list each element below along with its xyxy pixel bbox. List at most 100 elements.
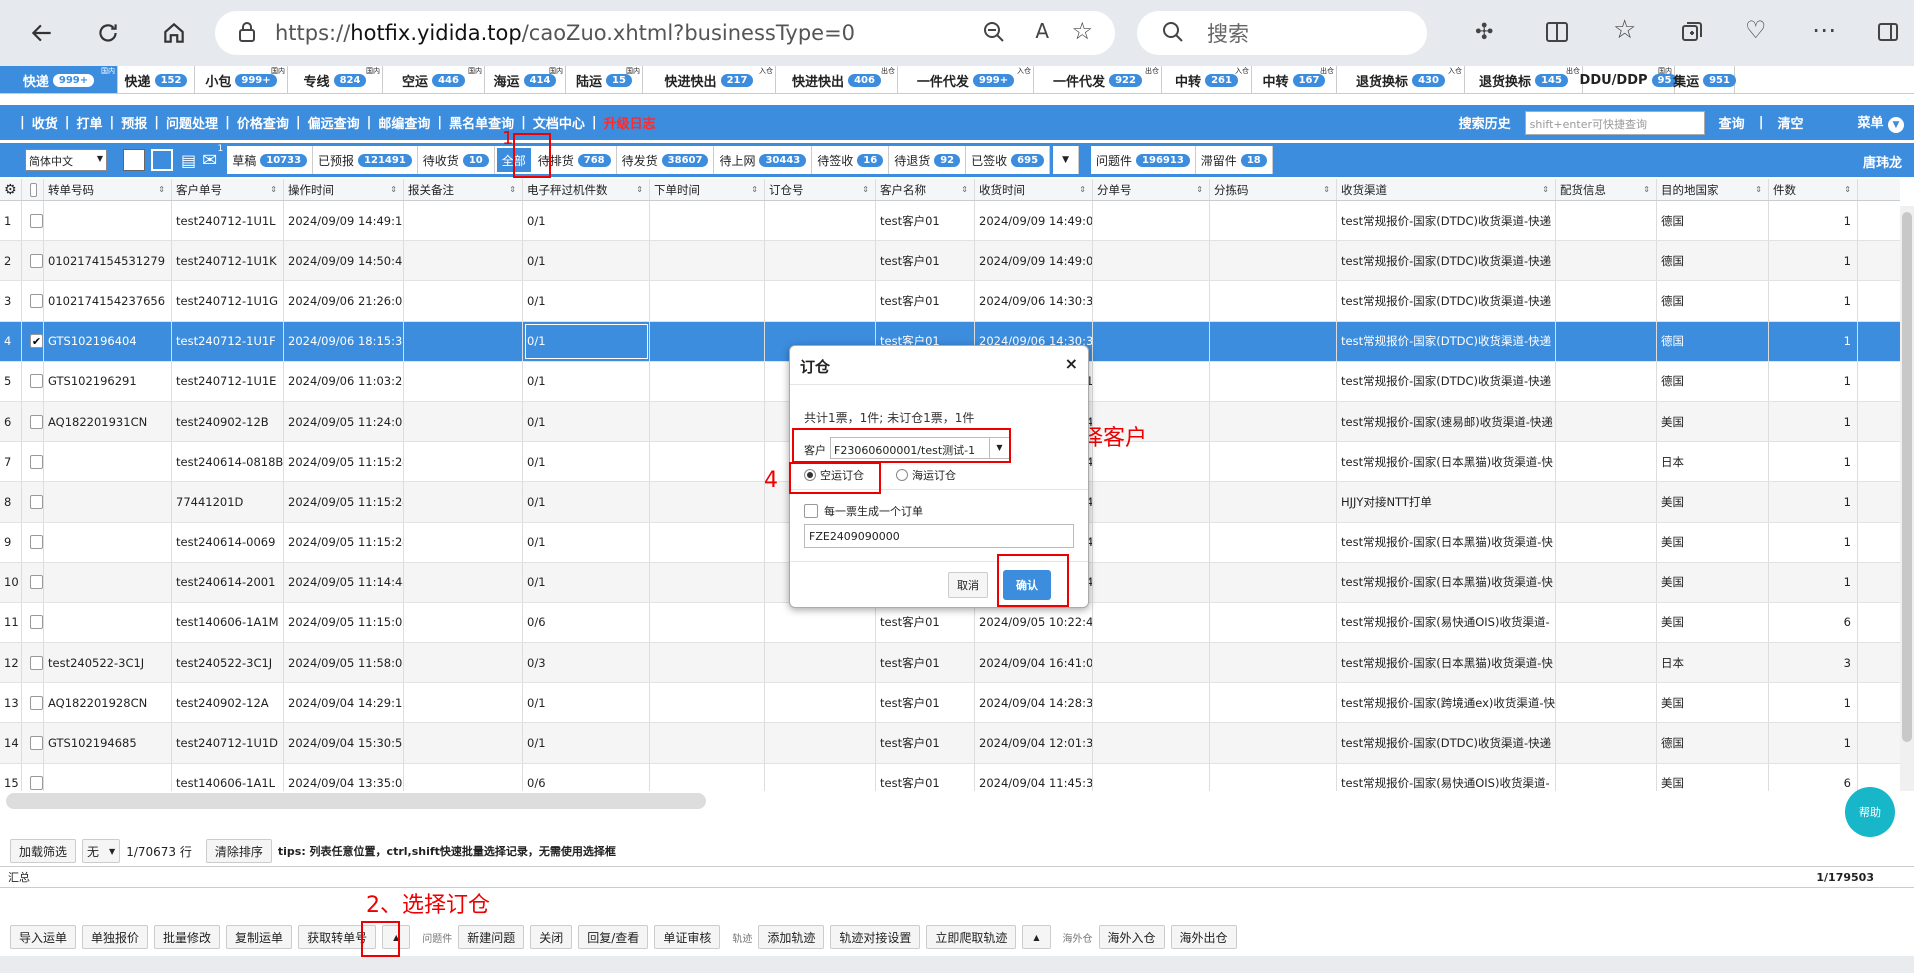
tab-0[interactable]: 快递 999+ 国内	[0, 66, 118, 93]
status-chip-6[interactable]: 待上网 30443	[714, 146, 813, 174]
table-row[interactable]: 13 AQ182201928CN test240902-12A 2024/09/04 …	[0, 683, 1900, 724]
collections-icon[interactable]	[1680, 20, 1704, 47]
row-checkbox[interactable]	[30, 374, 43, 389]
tab-15[interactable]: DDU/DDP 95 国内	[1580, 66, 1678, 93]
column-header[interactable]: 件数 ⇕	[1769, 179, 1858, 200]
vertical-scroll-thumb[interactable]	[1902, 212, 1912, 742]
action-button-group1-3[interactable]: 复制运单	[226, 925, 293, 949]
tab-14[interactable]: 退货换标 145 出仓	[1465, 66, 1583, 93]
query-button[interactable]: 查询	[1719, 113, 1745, 132]
more-icon[interactable]: ⋯	[1812, 16, 1836, 44]
tab-13[interactable]: 退货换标 430 入仓	[1337, 66, 1465, 93]
clear-button[interactable]: 清空	[1777, 113, 1803, 132]
status-chip-0[interactable]: 草稿 10733	[227, 146, 314, 174]
split-screen-icon[interactable]	[1545, 20, 1569, 47]
column-header[interactable]: 目的地国家 ⇕	[1657, 179, 1769, 200]
tab-5[interactable]: 海运 414 国内	[485, 66, 566, 93]
tab-9[interactable]: 一件代发 999+ 入仓	[898, 66, 1034, 93]
status-chip-8[interactable]: 待退货 92	[889, 146, 967, 174]
close-icon[interactable]: ×	[1065, 354, 1078, 373]
cancel-button[interactable]: 取消	[948, 572, 988, 598]
row-checkbox[interactable]	[30, 414, 43, 429]
address-bar[interactable]: https://hotfix.yidida.top/caoZuo.xhtml?b…	[215, 11, 1115, 55]
status-chip-9[interactable]: 已签收 695	[966, 146, 1051, 174]
expand-button[interactable]: ▲	[1022, 925, 1051, 949]
column-header[interactable]: 收货渠道 ⇕	[1337, 179, 1556, 200]
tab-16[interactable]: 集运 951	[1673, 66, 1736, 93]
column-header[interactable]: 报关备注 ⇕	[404, 179, 523, 200]
action-button-group2-0[interactable]: 新建问题	[458, 925, 525, 949]
column-header[interactable]: 电子秤过机件数 ⇕	[523, 179, 650, 200]
layout-single-icon[interactable]	[123, 149, 145, 171]
column-header[interactable]: 订仓号 ⇕	[765, 179, 876, 200]
read-aloud-icon[interactable]: A	[1035, 19, 1049, 43]
browser-search[interactable]: 搜索	[1137, 11, 1427, 55]
table-row[interactable]: 2 0102174154531279 test240712-1U1K 2024/09/…	[0, 241, 1900, 282]
health-icon[interactable]: ♡	[1745, 16, 1767, 44]
select-all-checkbox[interactable]	[30, 182, 37, 197]
list-icon[interactable]: ▤	[181, 151, 196, 170]
column-header[interactable]: 客户单号 ⇕	[172, 179, 284, 200]
row-checkbox[interactable]	[30, 213, 43, 228]
sidebar-icon[interactable]	[1876, 20, 1900, 47]
action-button-group1-1[interactable]: 单独报价	[82, 925, 149, 949]
action-button-group1-2[interactable]: 批量修改	[154, 925, 221, 949]
action-button-group1-0[interactable]: 导入运单	[10, 925, 77, 949]
action-button-group3-1[interactable]: 轨迹对接设置	[830, 925, 921, 949]
column-header[interactable]: 下单时间 ⇕	[650, 179, 765, 200]
table-row[interactable]: 3 0102174154237656 test240712-1U1G 2024/09/…	[0, 281, 1900, 322]
status-chip-5[interactable]: 待发货 38607	[616, 146, 715, 174]
table-row[interactable]: 11 test140606-1A1M 2024/09/05 11:15:03 0/6 t…	[0, 602, 1900, 644]
mail-icon[interactable]: ✉ 1	[202, 144, 223, 171]
row-checkbox[interactable]: ✔	[30, 334, 43, 349]
tab-11[interactable]: 中转 261 入仓	[1162, 66, 1252, 93]
row-checkbox[interactable]	[30, 454, 43, 469]
tab-2[interactable]: 小包 999+ 国内	[195, 66, 288, 93]
action-button-group3-0[interactable]: 添加轨迹	[758, 925, 825, 949]
row-checkbox[interactable]	[30, 494, 43, 509]
order-number-input[interactable]: FZE2409090000	[804, 524, 1074, 548]
row-checkbox[interactable]	[30, 575, 43, 590]
column-header[interactable]: 转单号码 ⇕	[44, 179, 172, 200]
row-checkbox[interactable]	[30, 615, 43, 630]
more-status-dropdown[interactable]: ▼	[1053, 146, 1080, 174]
column-header[interactable]: 操作时间 ⇕	[284, 179, 404, 200]
row-checkbox[interactable]	[30, 535, 43, 550]
clear-sort-button[interactable]: 清除排序	[205, 839, 272, 863]
action-button-group3-2[interactable]: 立即爬取轨迹	[926, 925, 1017, 949]
action-button-group2-1[interactable]: 关闭	[530, 925, 573, 949]
filter-select[interactable]: 无 ▼	[82, 839, 121, 863]
gear-icon[interactable]: ⚙	[4, 182, 17, 198]
column-header[interactable]: 客户名称 ⇕	[876, 179, 975, 200]
tab-12[interactable]: 中转 167 出仓	[1252, 66, 1337, 93]
horizontal-scrollbar[interactable]	[6, 793, 706, 809]
nav-item-1[interactable]: 打单	[77, 113, 103, 132]
status-chip-7[interactable]: 待签收 16	[812, 146, 890, 174]
column-header[interactable]: 配货信息 ⇕	[1556, 179, 1657, 200]
language-select[interactable]: 简体中文	[25, 149, 107, 171]
row-checkbox[interactable]	[30, 736, 43, 751]
layout-split-icon[interactable]	[151, 149, 173, 171]
nav-item-0[interactable]: 收货	[32, 113, 58, 132]
tab-8[interactable]: 快进快出 406 出仓	[776, 66, 898, 93]
column-header[interactable]: 收货时间 ⇕	[975, 179, 1093, 200]
tab-6[interactable]: 陆运 15 国内	[566, 66, 643, 93]
table-row[interactable]: 12 test240522-3C1J test240522-3C1J 2024/09/…	[0, 643, 1900, 684]
table-row[interactable]: 1 test240712-1U1L 2024/09/09 14:49:10 0/1 te…	[0, 201, 1900, 242]
action-button-group4-1[interactable]: 海外出仓	[1170, 925, 1237, 949]
home-icon[interactable]	[156, 15, 192, 51]
tab-4[interactable]: 空运 446 国内	[383, 66, 485, 93]
action-button-group4-0[interactable]: 海外入仓	[1098, 925, 1165, 949]
each-order-checkbox[interactable]: 每一票生成一个订单	[804, 503, 923, 519]
action-button-group2-3[interactable]: 单证审核	[654, 925, 721, 949]
column-header[interactable]: 分单号 ⇕	[1093, 179, 1210, 200]
favorites-icon[interactable]: ☆	[1613, 15, 1636, 45]
status-chip-1[interactable]: 已预报 121491	[313, 146, 418, 174]
extensions-icon[interactable]: ✣	[1475, 20, 1493, 45]
nav-upgrade-log[interactable]: 升级日志	[604, 113, 656, 132]
tab-3[interactable]: 专线 824 国内	[288, 66, 383, 93]
nav-item-4[interactable]: 价格查询	[237, 113, 289, 132]
column-header[interactable]: 分拣码 ⇕	[1210, 179, 1337, 200]
refresh-icon[interactable]	[90, 15, 126, 51]
radio-sea-booking[interactable]: 海运订仓	[896, 467, 956, 483]
